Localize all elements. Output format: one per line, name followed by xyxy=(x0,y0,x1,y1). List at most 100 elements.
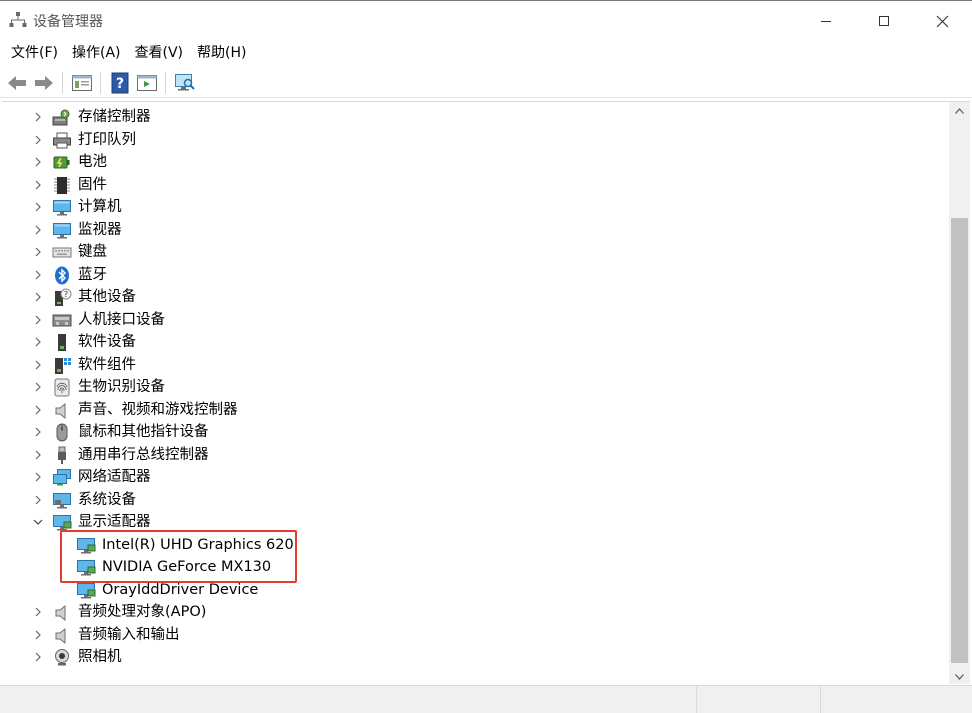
tree-node-print-queue[interactable]: 打印队列 xyxy=(2,129,948,152)
usb-icon xyxy=(52,446,72,465)
scroll-down-button[interactable] xyxy=(949,668,970,684)
chevron-right-icon[interactable] xyxy=(32,331,44,354)
chevron-right-icon[interactable] xyxy=(32,286,44,309)
chevron-right-icon[interactable] xyxy=(32,354,44,377)
tree-node-computer[interactable]: 计算机 xyxy=(2,196,948,219)
software-device-icon xyxy=(52,333,72,352)
back-button[interactable] xyxy=(3,70,30,96)
scan-hardware-button[interactable] xyxy=(171,70,198,96)
chevron-right-icon[interactable] xyxy=(32,241,44,264)
tree-node-software-devices[interactable]: 软件设备 xyxy=(2,331,948,354)
tree-node-label: OrayIddDriver Device xyxy=(102,581,259,598)
properties-button[interactable] xyxy=(68,70,95,96)
tree-node-label: 鼠标和其他指针设备 xyxy=(78,424,209,440)
monitor-icon xyxy=(52,221,72,240)
chevron-right-icon[interactable] xyxy=(32,444,44,467)
tree-node-label: 电池 xyxy=(78,154,107,170)
chevron-right-icon[interactable] xyxy=(32,399,44,422)
update-driver-button[interactable] xyxy=(133,70,160,96)
tree-node-battery[interactable]: 电池 xyxy=(2,151,948,174)
maximize-button[interactable] xyxy=(855,1,913,41)
tree-node-keyboard[interactable]: 键盘 xyxy=(2,241,948,264)
tree-node-software-components[interactable]: 软件组件 xyxy=(2,354,948,377)
help-button[interactable]: ? xyxy=(106,70,133,96)
chevron-down-icon xyxy=(955,673,964,680)
keyboard-icon xyxy=(52,243,72,262)
tree-node-biometric[interactable]: 生物识别设备 xyxy=(2,376,948,399)
menu-view[interactable]: 查看(V) xyxy=(128,41,191,65)
tree-node-system[interactable]: 系统设备 xyxy=(2,489,948,512)
chevron-right-icon[interactable] xyxy=(32,376,44,399)
help-icon: ? xyxy=(111,72,128,93)
tree-node-label: 软件组件 xyxy=(78,356,136,373)
tree-node-mouse[interactable]: 鼠标和其他指针设备 xyxy=(2,421,948,444)
menu-file[interactable]: 文件(F) xyxy=(4,41,65,65)
scrollbar-thumb[interactable] xyxy=(951,218,968,663)
chevron-right-icon[interactable] xyxy=(32,309,44,332)
tree-node-monitor[interactable]: 监视器 xyxy=(2,219,948,242)
tree-node-label: 声音、视频和游戏控制器 xyxy=(78,401,238,418)
chevron-right-icon[interactable] xyxy=(32,264,44,287)
unknown-device-icon: ? xyxy=(52,288,72,307)
tree-node-bluetooth[interactable]: 蓝牙 xyxy=(2,264,948,287)
window-title: 设备管理器 xyxy=(33,14,103,30)
display-adapter-icon xyxy=(52,513,72,532)
display-adapter-icon xyxy=(76,536,96,555)
chevron-right-icon[interactable] xyxy=(32,106,44,129)
tree-node-nvidia-mx130[interactable]: NVIDIA GeForce MX130 xyxy=(2,556,948,579)
chevron-right-icon[interactable] xyxy=(32,646,44,669)
vertical-scrollbar[interactable] xyxy=(949,102,970,684)
mouse-icon xyxy=(52,423,72,442)
tree-node-camera[interactable]: 照相机 xyxy=(2,646,948,669)
chevron-right-icon[interactable] xyxy=(32,489,44,512)
tree-node-storage[interactable]: 存储控制器 xyxy=(2,106,948,129)
forward-button[interactable] xyxy=(30,70,57,96)
tree-node-sound[interactable]: 声音、视频和游戏控制器 xyxy=(2,399,948,422)
scan-hardware-icon xyxy=(174,73,195,90)
tree-node-intel-uhd[interactable]: Intel(R) UHD Graphics 620 xyxy=(2,534,948,557)
tree-node-label: 人机接口设备 xyxy=(78,311,165,328)
status-bar xyxy=(0,685,972,713)
tree-node-firmware[interactable]: 固件 xyxy=(2,174,948,197)
maximize-icon xyxy=(879,16,889,26)
device-tree-panel: 存储控制器 打印队列 电池 固件 计算机 监视器 键盘 蓝牙 ? 其他设备 人机… xyxy=(2,101,970,684)
chevron-down-icon[interactable] xyxy=(32,511,44,534)
properties-icon xyxy=(71,74,92,91)
chevron-right-icon[interactable] xyxy=(32,601,44,624)
tree-node-apo[interactable]: 音频处理对象(APO) xyxy=(2,601,948,624)
tree-node-label: 其他设备 xyxy=(78,289,136,305)
tree-node-label: 网络适配器 xyxy=(78,469,151,485)
camera-icon xyxy=(52,648,72,667)
tree-node-audio-io[interactable]: 音频输入和输出 xyxy=(2,624,948,647)
tree-node-display[interactable]: 显示适配器 xyxy=(2,511,948,534)
chevron-right-icon[interactable] xyxy=(32,624,44,647)
tree-node-network[interactable]: 网络适配器 xyxy=(2,466,948,489)
chevron-right-icon[interactable] xyxy=(32,466,44,489)
minimize-icon xyxy=(821,21,831,22)
chevron-right-icon[interactable] xyxy=(32,219,44,242)
device-tree: 存储控制器 打印队列 电池 固件 计算机 监视器 键盘 蓝牙 ? 其他设备 人机… xyxy=(2,106,948,669)
status-pane xyxy=(820,686,972,713)
chevron-right-icon[interactable] xyxy=(32,196,44,219)
tree-node-label: 照相机 xyxy=(78,649,122,665)
status-pane xyxy=(696,686,820,713)
scroll-up-button[interactable] xyxy=(949,102,970,119)
tree-node-usb[interactable]: 通用串行总线控制器 xyxy=(2,444,948,467)
tree-node-hid[interactable]: 人机接口设备 xyxy=(2,309,948,332)
fingerprint-icon xyxy=(52,378,72,397)
minimize-button[interactable] xyxy=(797,1,855,41)
chevron-right-icon[interactable] xyxy=(32,174,44,197)
menu-action[interactable]: 操作(A) xyxy=(65,41,128,65)
tree-node-other-devices[interactable]: ? 其他设备 xyxy=(2,286,948,309)
software-component-icon xyxy=(52,356,72,375)
tree-node-label: 存储控制器 xyxy=(78,109,151,125)
close-button[interactable] xyxy=(913,1,971,41)
display-adapter-icon xyxy=(76,581,96,600)
chevron-right-icon[interactable] xyxy=(32,151,44,174)
tree-node-label: 系统设备 xyxy=(78,491,136,508)
chevron-right-icon[interactable] xyxy=(32,421,44,444)
menu-help[interactable]: 帮助(H) xyxy=(190,41,253,65)
tree-node-oray[interactable]: OrayIddDriver Device xyxy=(2,579,948,602)
tree-node-label: Intel(R) UHD Graphics 620 xyxy=(102,536,294,553)
chevron-right-icon[interactable] xyxy=(32,129,44,152)
